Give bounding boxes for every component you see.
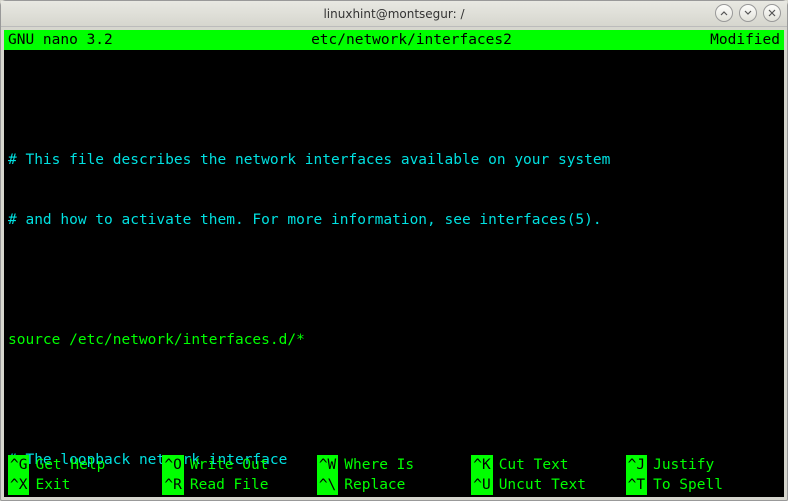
shortcut-uncut[interactable]: ^UUncut Text — [471, 475, 625, 495]
shortcut-replace[interactable]: ^\Replace — [317, 475, 471, 495]
nano-status: Modified — [710, 30, 780, 50]
shortcut-whereis[interactable]: ^WWhere Is — [317, 455, 471, 475]
shortcut-cut[interactable]: ^KCut Text — [471, 455, 625, 475]
minimize-button[interactable] — [715, 4, 733, 22]
close-button[interactable] — [763, 4, 781, 22]
window-title: linuxhint@montsegur: / — [323, 7, 464, 21]
nano-version: GNU nano 3.2 — [8, 30, 113, 50]
window-controls — [715, 4, 781, 22]
nano-filename: etc/network/interfaces2 — [113, 30, 710, 50]
shortcut-help[interactable]: ^GGet Help — [8, 455, 162, 475]
comment-line: # and how to activate them. For more inf… — [8, 210, 780, 230]
maximize-button[interactable] — [739, 4, 757, 22]
shortcut-writeout[interactable]: ^OWrite Out — [162, 455, 316, 475]
window-titlebar: linuxhint@montsegur: / — [1, 1, 787, 27]
shortcut-exit[interactable]: ^XExit — [8, 475, 162, 495]
shortcut-readfile[interactable]: ^RRead File — [162, 475, 316, 495]
shortcut-tospell[interactable]: ^TTo Spell — [626, 475, 780, 495]
config-line: source /etc/network/interfaces.d/* — [8, 330, 780, 350]
shortcut-justify[interactable]: ^JJustify — [626, 455, 780, 475]
nano-header: GNU nano 3.2 etc/network/interfaces2 Mod… — [4, 30, 784, 50]
editor-content[interactable]: # This file describes the network interf… — [4, 50, 784, 497]
terminal-window: linuxhint@montsegur: / GNU nano 3.2 etc/… — [0, 0, 788, 501]
comment-line: # This file describes the network interf… — [8, 150, 780, 170]
terminal-viewport[interactable]: GNU nano 3.2 etc/network/interfaces2 Mod… — [4, 30, 784, 497]
nano-shortcut-bar: ^GGet Help ^OWrite Out ^WWhere Is ^KCut … — [4, 455, 784, 497]
